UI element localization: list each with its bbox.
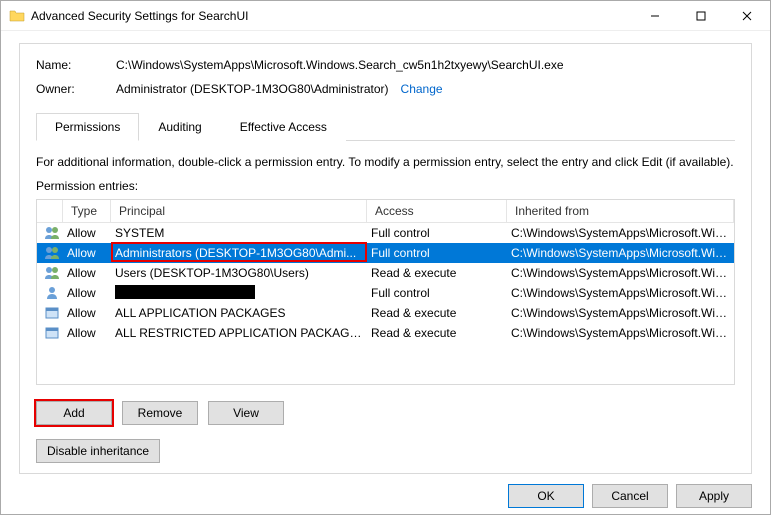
tab-auditing[interactable]: Auditing — [139, 113, 220, 141]
cell-principal: Administrators (DESKTOP-1M3OG80\Admi... — [111, 246, 367, 260]
titlebar: Advanced Security Settings for SearchUI — [1, 1, 770, 31]
apply-button[interactable]: Apply — [676, 484, 752, 508]
table-row[interactable]: AllowALL RESTRICTED APPLICATION PACKAGES… — [37, 323, 734, 343]
cell-access: Read & execute — [367, 326, 507, 340]
entry-buttons: Add Remove View — [36, 401, 735, 425]
cell-type: Allow — [63, 266, 111, 280]
cell-principal: ALL RESTRICTED APPLICATION PACKAGES — [111, 326, 367, 340]
permission-entries-list[interactable]: Type Principal Access Inherited from All… — [36, 199, 735, 385]
col-access[interactable]: Access — [367, 200, 507, 222]
cell-inherited: C:\Windows\SystemApps\Microsoft.Windo... — [507, 266, 734, 280]
principal-icon — [37, 245, 63, 261]
cell-inherited: C:\Windows\SystemApps\Microsoft.Windo... — [507, 286, 734, 300]
cell-access: Read & execute — [367, 306, 507, 320]
tab-effective-access[interactable]: Effective Access — [221, 113, 346, 141]
ok-button[interactable]: OK — [508, 484, 584, 508]
cell-access: Read & execute — [367, 266, 507, 280]
owner-value: Administrator (DESKTOP-1M3OG80\Administr… — [116, 82, 389, 96]
cell-principal: Users (DESKTOP-1M3OG80\Users) — [111, 266, 367, 280]
dialog-footer: OK Cancel Apply — [1, 474, 770, 520]
name-value: C:\Windows\SystemApps\Microsoft.Windows.… — [116, 58, 564, 72]
cell-access: Full control — [367, 286, 507, 300]
cell-inherited: C:\Windows\SystemApps\Microsoft.Windo... — [507, 326, 734, 340]
cell-principal — [111, 285, 367, 302]
maximize-button[interactable] — [678, 1, 724, 31]
principal-icon — [37, 325, 63, 341]
redacted-block — [115, 285, 255, 299]
tab-permissions[interactable]: Permissions — [36, 113, 139, 141]
cell-inherited: C:\Windows\SystemApps\Microsoft.Windo... — [507, 306, 734, 320]
cell-type: Allow — [63, 246, 111, 260]
principal-icon — [37, 285, 63, 301]
info-text: For additional information, double-click… — [36, 155, 735, 169]
add-button-wrap: Add — [36, 401, 112, 425]
table-row[interactable]: AllowALL APPLICATION PACKAGESRead & exec… — [37, 303, 734, 323]
cell-type: Allow — [63, 326, 111, 340]
principal-icon — [37, 265, 63, 281]
cell-access: Full control — [367, 226, 507, 240]
table-row[interactable]: Allow Full controlC:\Windows\SystemApps\M… — [37, 283, 734, 303]
cell-access: Full control — [367, 246, 507, 260]
cancel-button[interactable]: Cancel — [592, 484, 668, 508]
cell-inherited: C:\Windows\SystemApps\Microsoft.Windo... — [507, 246, 734, 260]
cell-type: Allow — [63, 286, 111, 300]
table-row[interactable]: AllowSYSTEMFull controlC:\Windows\System… — [37, 223, 734, 243]
window: Advanced Security Settings for SearchUI … — [0, 0, 771, 515]
inner-panel: Name: C:\Windows\SystemApps\Microsoft.Wi… — [19, 43, 752, 474]
col-icon — [37, 200, 63, 222]
content-area: Name: C:\Windows\SystemApps\Microsoft.Wi… — [1, 31, 770, 474]
name-label: Name: — [36, 58, 116, 72]
cell-principal: SYSTEM — [111, 226, 367, 240]
minimize-button[interactable] — [632, 1, 678, 31]
remove-button[interactable]: Remove — [122, 401, 198, 425]
entries-label: Permission entries: — [36, 179, 735, 193]
col-type[interactable]: Type — [63, 200, 111, 222]
principal-icon — [37, 305, 63, 321]
disable-inheritance-button[interactable]: Disable inheritance — [36, 439, 160, 463]
list-body: AllowSYSTEMFull controlC:\Windows\System… — [37, 223, 734, 343]
tabstrip: Permissions Auditing Effective Access — [36, 112, 735, 141]
col-principal[interactable]: Principal — [111, 200, 367, 222]
owner-row: Owner: Administrator (DESKTOP-1M3OG80\Ad… — [36, 82, 735, 96]
col-inherited[interactable]: Inherited from — [507, 200, 734, 222]
cell-type: Allow — [63, 226, 111, 240]
list-header: Type Principal Access Inherited from — [37, 200, 734, 223]
table-row[interactable]: AllowAdministrators (DESKTOP-1M3OG80\Adm… — [37, 243, 734, 263]
folder-icon — [9, 8, 25, 24]
close-button[interactable] — [724, 1, 770, 31]
name-row: Name: C:\Windows\SystemApps\Microsoft.Wi… — [36, 58, 735, 72]
cell-principal: ALL APPLICATION PACKAGES — [111, 306, 367, 320]
view-button[interactable]: View — [208, 401, 284, 425]
principal-icon — [37, 225, 63, 241]
change-owner-link[interactable]: Change — [401, 82, 443, 96]
cell-inherited: C:\Windows\SystemApps\Microsoft.Windo... — [507, 226, 734, 240]
window-title: Advanced Security Settings for SearchUI — [31, 9, 632, 23]
owner-label: Owner: — [36, 82, 116, 96]
inheritance-buttons: Disable inheritance — [36, 439, 735, 463]
cell-type: Allow — [63, 306, 111, 320]
table-row[interactable]: AllowUsers (DESKTOP-1M3OG80\Users)Read &… — [37, 263, 734, 283]
add-button[interactable]: Add — [36, 401, 112, 425]
